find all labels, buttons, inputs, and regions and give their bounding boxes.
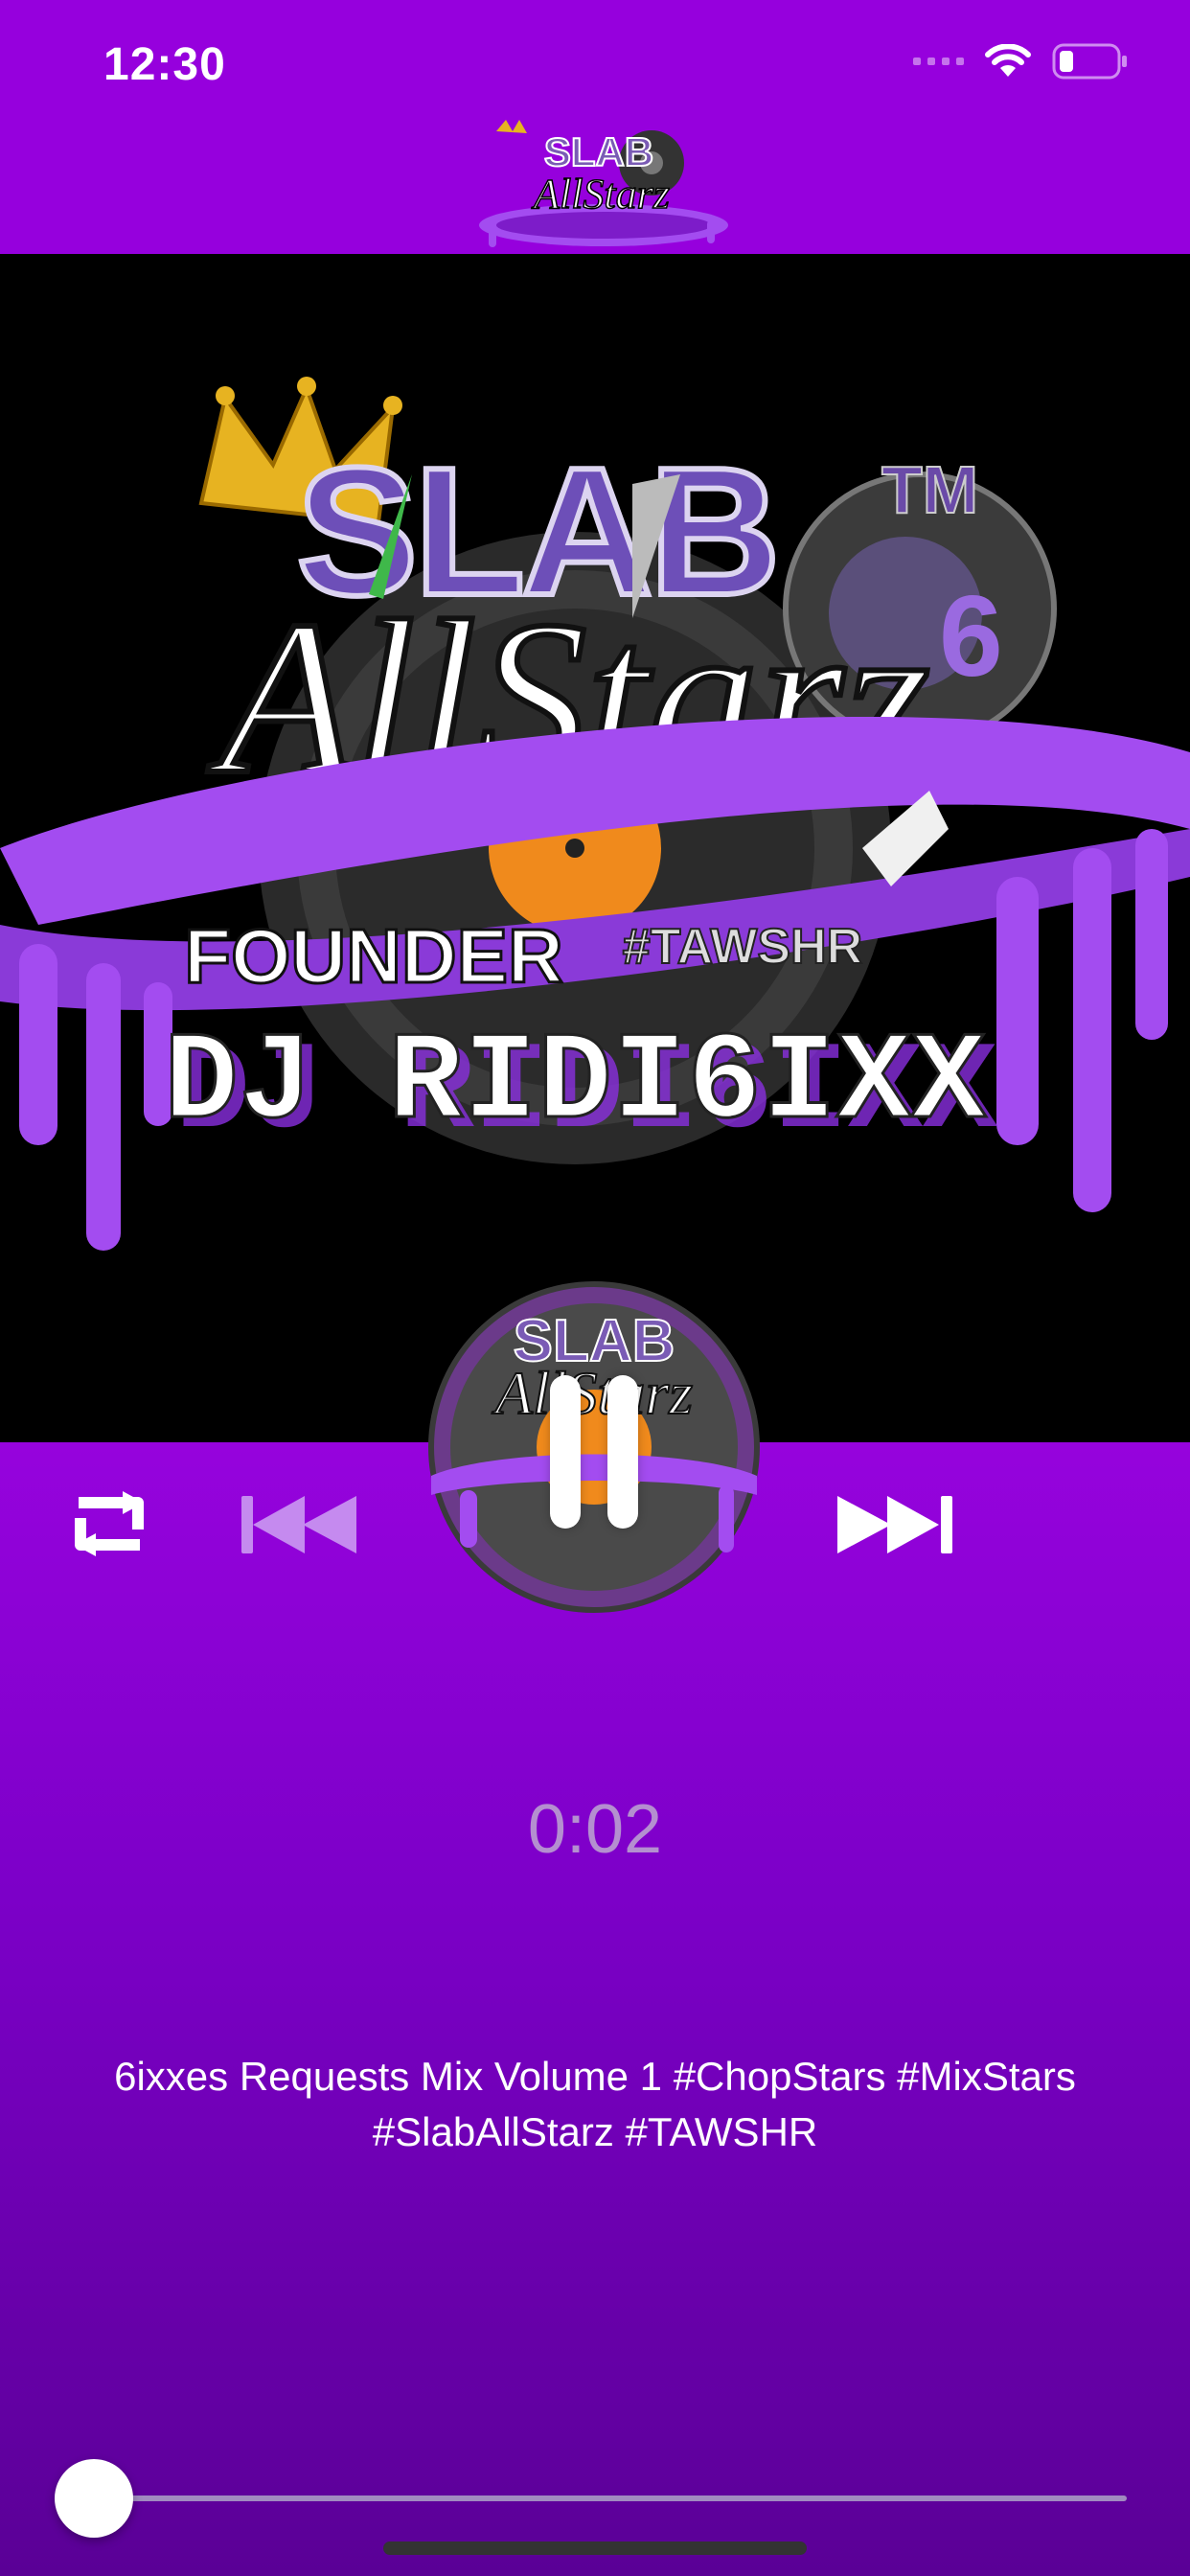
seek-bar[interactable]	[94, 2496, 1127, 2501]
pause-button[interactable]	[550, 1375, 638, 1529]
next-track-icon[interactable]	[834, 1490, 958, 1559]
status-icons	[913, 42, 1129, 80]
elapsed-time: 0:02	[527, 1791, 663, 1868]
track-title: 6ixxes Requests Mix Volume 1 #ChopStars …	[114, 2054, 1076, 2154]
svg-text:AllStarz: AllStarz	[531, 171, 670, 218]
svg-text:#TAWSHR: #TAWSHR	[623, 919, 862, 975]
pause-icon	[550, 1375, 581, 1529]
svg-text:6: 6	[939, 572, 1003, 701]
header-logo: SLAB AllStarz	[479, 120, 728, 247]
previous-track-icon[interactable]	[238, 1490, 362, 1559]
svg-text:TM: TM	[881, 452, 978, 527]
wifi-icon	[985, 44, 1031, 77]
svg-text:SLAB: SLAB	[544, 129, 653, 174]
seek-thumb[interactable]	[55, 2459, 133, 2538]
signal-icon	[913, 58, 964, 65]
svg-text:FOUNDER: FOUNDER	[184, 913, 563, 999]
svg-text:DJ RIDI6IXX: DJ RIDI6IXX	[164, 1014, 987, 1155]
home-indicator	[383, 2542, 807, 2555]
battery-icon	[1052, 43, 1127, 80]
status-time: 12:30	[103, 39, 226, 90]
repeat-icon[interactable]	[61, 1485, 157, 1562]
